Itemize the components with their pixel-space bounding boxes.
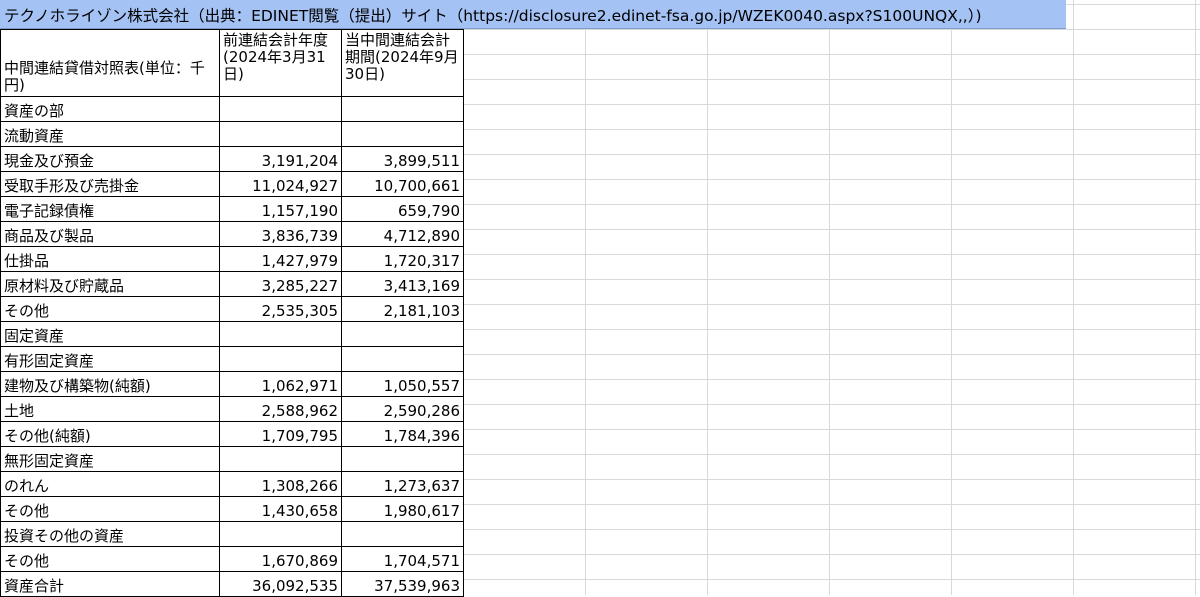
table-row: 資産合計 36,092,535 37,539,963 <box>0 571 464 597</box>
prior-period-value-cell[interactable]: 1,308,266 <box>219 471 342 497</box>
table-row: その他 1,670,869 1,704,571 <box>0 546 464 572</box>
row-label-cell[interactable]: 建物及び構築物(純額) <box>0 371 220 397</box>
row-label-cell[interactable]: 受取手形及び売掛金 <box>0 171 220 197</box>
header-row: 中間連結貸借対照表(単位：千円) 前連結会計年度(2024年3月31日) 当中間… <box>0 29 464 97</box>
prior-period-value-cell[interactable] <box>219 121 342 147</box>
current-period-value-cell[interactable] <box>341 96 464 122</box>
current-period-value-cell[interactable] <box>341 121 464 147</box>
table-row: のれん 1,308,266 1,273,637 <box>0 471 464 497</box>
row-label-cell[interactable]: 投資その他の資産 <box>0 521 220 547</box>
current-period-value-cell[interactable]: 37,539,963 <box>341 571 464 597</box>
prior-period-value-cell[interactable]: 1,062,971 <box>219 371 342 397</box>
current-period-value-cell[interactable]: 2,590,286 <box>341 396 464 422</box>
table-row: 流動資産 <box>0 121 464 147</box>
table-row: 商品及び製品 3,836,739 4,712,890 <box>0 221 464 247</box>
table-row: 土地 2,588,962 2,590,286 <box>0 396 464 422</box>
row-label-cell[interactable]: 流動資産 <box>0 121 220 147</box>
prior-period-value-cell[interactable] <box>219 446 342 472</box>
row-label-cell[interactable]: のれん <box>0 471 220 497</box>
current-period-value-cell[interactable]: 4,712,890 <box>341 221 464 247</box>
row-label-cell[interactable]: 固定資産 <box>0 321 220 347</box>
prior-period-value-cell[interactable]: 3,191,204 <box>219 146 342 172</box>
table-row: 仕掛品 1,427,979 1,720,317 <box>0 246 464 272</box>
header-cell-item[interactable]: 中間連結貸借対照表(単位：千円) <box>0 29 220 97</box>
current-period-value-cell[interactable]: 1,720,317 <box>341 246 464 272</box>
current-period-value-cell[interactable]: 10,700,661 <box>341 171 464 197</box>
prior-period-value-cell[interactable] <box>219 321 342 347</box>
row-label-cell[interactable]: 電子記録債権 <box>0 196 220 222</box>
prior-period-value-cell[interactable]: 3,285,227 <box>219 271 342 297</box>
title-banner-text: テクノホライゾン株式会社（出典：EDINET閲覧（提出）サイト（https://… <box>4 7 982 25</box>
row-label-cell[interactable]: 土地 <box>0 396 220 422</box>
row-label-cell[interactable]: 無形固定資産 <box>0 446 220 472</box>
table-row: 受取手形及び売掛金 11,024,927 10,700,661 <box>0 171 464 197</box>
prior-period-value-cell[interactable]: 1,157,190 <box>219 196 342 222</box>
row-label-cell[interactable]: その他 <box>0 546 220 572</box>
current-period-value-cell[interactable]: 1,784,396 <box>341 421 464 447</box>
prior-period-value-cell[interactable] <box>219 521 342 547</box>
table-row: 原材料及び貯蔵品 3,285,227 3,413,169 <box>0 271 464 297</box>
current-period-value-cell[interactable] <box>341 346 464 372</box>
row-label-cell[interactable]: 商品及び製品 <box>0 221 220 247</box>
header-cell-current-period[interactable]: 当中間連結会計期間(2024年9月30日) <box>341 29 464 97</box>
prior-period-value-cell[interactable]: 3,836,739 <box>219 221 342 247</box>
current-period-value-cell[interactable]: 1,704,571 <box>341 546 464 572</box>
title-banner-cell[interactable]: テクノホライゾン株式会社（出典：EDINET閲覧（提出）サイト（https://… <box>0 0 1066 29</box>
table-row: 建物及び構築物(純額) 1,062,971 1,050,557 <box>0 371 464 397</box>
current-period-value-cell[interactable]: 2,181,103 <box>341 296 464 322</box>
row-label-cell[interactable]: 現金及び預金 <box>0 146 220 172</box>
row-label-cell[interactable]: 資産の部 <box>0 96 220 122</box>
table-row: その他 2,535,305 2,181,103 <box>0 296 464 322</box>
current-period-value-cell[interactable]: 1,273,637 <box>341 471 464 497</box>
prior-period-value-cell[interactable]: 1,427,979 <box>219 246 342 272</box>
prior-period-value-cell[interactable]: 1,709,795 <box>219 421 342 447</box>
current-period-value-cell[interactable]: 3,899,511 <box>341 146 464 172</box>
header-cell-prior-period[interactable]: 前連結会計年度(2024年3月31日) <box>219 29 342 97</box>
current-period-value-cell[interactable]: 3,413,169 <box>341 271 464 297</box>
prior-period-value-cell[interactable]: 36,092,535 <box>219 571 342 597</box>
prior-period-value-cell[interactable]: 1,670,869 <box>219 546 342 572</box>
prior-period-value-cell[interactable]: 11,024,927 <box>219 171 342 197</box>
table-row: 有形固定資産 <box>0 346 464 372</box>
prior-period-value-cell[interactable]: 2,535,305 <box>219 296 342 322</box>
row-label-cell[interactable]: その他 <box>0 296 220 322</box>
table-row: 電子記録債権 1,157,190 659,790 <box>0 196 464 222</box>
prior-period-value-cell[interactable]: 2,588,962 <box>219 396 342 422</box>
current-period-value-cell[interactable] <box>341 321 464 347</box>
table-row: 無形固定資産 <box>0 446 464 472</box>
row-label-cell[interactable]: 資産合計 <box>0 571 220 597</box>
table-row: その他(純額) 1,709,795 1,784,396 <box>0 421 464 447</box>
row-label-cell[interactable]: その他(純額) <box>0 421 220 447</box>
current-period-value-cell[interactable]: 1,050,557 <box>341 371 464 397</box>
table-row: 資産の部 <box>0 96 464 122</box>
row-label-cell[interactable]: 仕掛品 <box>0 246 220 272</box>
row-label-cell[interactable]: 原材料及び貯蔵品 <box>0 271 220 297</box>
current-period-value-cell[interactable] <box>341 521 464 547</box>
table-row: 現金及び預金 3,191,204 3,899,511 <box>0 146 464 172</box>
current-period-value-cell[interactable]: 1,980,617 <box>341 496 464 522</box>
current-period-value-cell[interactable] <box>341 446 464 472</box>
table-row: 固定資産 <box>0 321 464 347</box>
prior-period-value-cell[interactable] <box>219 96 342 122</box>
table-row: 投資その他の資産 <box>0 521 464 547</box>
table-row: その他 1,430,658 1,980,617 <box>0 496 464 522</box>
row-label-cell[interactable]: その他 <box>0 496 220 522</box>
balance-sheet-table: 中間連結貸借対照表(単位：千円) 前連結会計年度(2024年3月31日) 当中間… <box>0 29 464 597</box>
prior-period-value-cell[interactable] <box>219 346 342 372</box>
row-label-cell[interactable]: 有形固定資産 <box>0 346 220 372</box>
prior-period-value-cell[interactable]: 1,430,658 <box>219 496 342 522</box>
current-period-value-cell[interactable]: 659,790 <box>341 196 464 222</box>
